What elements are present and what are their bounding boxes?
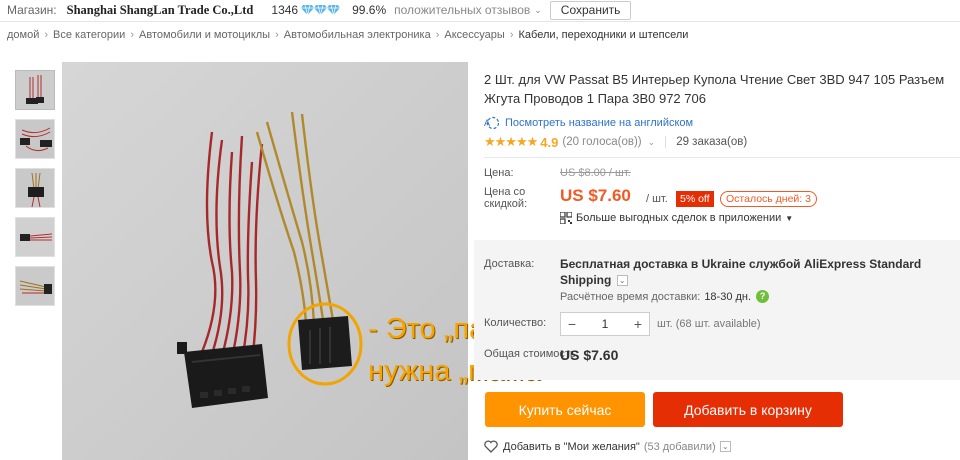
shipping-method[interactable]: Бесплатная доставка в Ukraine службой Al… [560,256,955,288]
chevron-down-icon[interactable]: ⌄ [648,137,656,148]
product-thumbnail[interactable] [15,70,55,110]
orders-count: 29 заказа(ов) [665,136,747,148]
price-unit: / шт. [646,193,668,205]
diamond-rating [301,5,341,15]
product-thumbnail[interactable] [15,168,55,208]
votes-count[interactable]: (20 голоса(ов)) [562,136,641,148]
breadcrumb-separator-icon: › [275,29,279,41]
main-product-image[interactable] [62,62,468,460]
app-deals-label[interactable]: Больше выгодных сделок в приложении [576,212,781,224]
product-thumbnail[interactable] [15,119,55,159]
store-bar: Магазин: Shanghai ShangLan Trade Co.,Ltd… [0,0,960,20]
breadcrumb-separator-icon: › [44,29,49,41]
breadcrumb-item[interactable]: Все категории [53,29,125,41]
discount-badge: 5% off [676,191,714,207]
product-info: 2 Шт. для VW Passat B5 Интерьер Купола Ч… [484,70,954,150]
right-connector [298,316,352,370]
help-icon[interactable]: ? [756,290,770,303]
translate-label[interactable]: Посмотреть название на английском [505,117,693,129]
app-deals-dropdown[interactable]: Больше выгодных сделок в приложении ▼ [560,212,793,224]
diamond-icon [314,5,328,15]
heart-icon [484,440,498,453]
rating-row: ★★★★★ 4.9 (20 голоса(ов)) ⌄ 29 заказа(ов… [484,134,954,150]
wishlist-label[interactable]: Добавить в "Мои желания" [503,441,640,453]
buy-now-button[interactable]: Купить сейчас [485,392,645,427]
rating-value: 4.9 [540,134,559,150]
diamond-icon [327,5,341,15]
breadcrumb-item[interactable]: Автомобильная электроника [284,29,431,41]
breadcrumb-separator-icon: › [509,29,514,41]
add-to-cart-button[interactable]: Добавить в корзину [653,392,843,427]
translate-link[interactable]: A Посмотреть название на английском [484,116,954,130]
wishlist-count: (53 добавили) [643,440,716,453]
diamond-icon [301,5,315,15]
wire-harness-illustration [62,62,468,460]
days-left-badge: Осталось дней: 3 [720,191,817,207]
total-value: US $7.60 [560,347,619,363]
store-score: 1346 [271,3,299,17]
breadcrumb-item-current[interactable]: Кабели, переходники и штепсели [519,29,689,41]
chevron-down-icon[interactable]: ⌄ [534,5,542,16]
old-price: US $8.00 / шт. [560,167,631,179]
product-thumbnail[interactable] [15,217,55,257]
quantity-label: Количество: [484,317,547,329]
delivery-time-value: 18-30 дн. [704,290,752,303]
price-label: Цена: [484,167,514,179]
breadcrumb-separator-icon: › [435,29,440,41]
product-thumbnail[interactable] [15,266,55,306]
increment-button[interactable]: + [627,316,649,332]
chevron-down-icon[interactable]: ⌄ [719,441,731,452]
wishlist-link[interactable]: Добавить в "Мои желания" (53 добавили) ⌄ [484,440,731,453]
caret-down-icon: ▼ [785,213,794,223]
store-name-link[interactable]: Shanghai ShangLan Trade Co.,Ltd [67,3,254,18]
current-price: US $7.60 [560,186,631,205]
thumbnail-list [15,70,55,315]
quantity-available: шт. (68 шт. available) [657,318,761,330]
discount-price-label: Цена со скидкой: [484,186,528,210]
breadcrumb: домой › Все категории › Автомобили и мотоцик… [7,29,688,41]
positive-feedback-label[interactable]: положительных отзывов [394,3,530,17]
delivery-time: Расчётное время доставки: 18-30 дн. ? [560,290,770,303]
qr-code-icon [560,212,572,224]
chevron-down-icon[interactable]: ⌄ [616,275,628,287]
left-connector [177,342,268,408]
store-label: Магазин: [7,3,57,17]
svg-text:A: A [484,118,490,128]
decrement-button[interactable]: − [561,316,583,332]
delivery-time-label: Расчётное время доставки: [560,290,701,303]
breadcrumb-item[interactable]: Аксессуары [444,29,504,41]
star-rating-icon: ★★★★★ [484,134,538,149]
breadcrumb-separator-icon: › [130,29,134,41]
translate-icon: A [484,116,500,130]
divider [0,21,960,22]
shipping-text: Бесплатная доставка в Ukraine службой Al… [560,257,922,287]
save-store-button[interactable]: Сохранить [549,0,632,20]
divider [484,157,960,158]
quantity-stepper: − 1 + [560,312,650,336]
positive-feedback-pct: 99.6% [352,3,387,17]
breadcrumb-item[interactable]: Автомобили и мотоциклы [139,29,270,41]
product-title: 2 Шт. для VW Passat B5 Интерьер Купола Ч… [484,72,945,106]
breadcrumb-item[interactable]: домой [7,29,39,41]
shipping-label: Доставка: [484,258,535,270]
quantity-input[interactable]: 1 [583,317,627,331]
